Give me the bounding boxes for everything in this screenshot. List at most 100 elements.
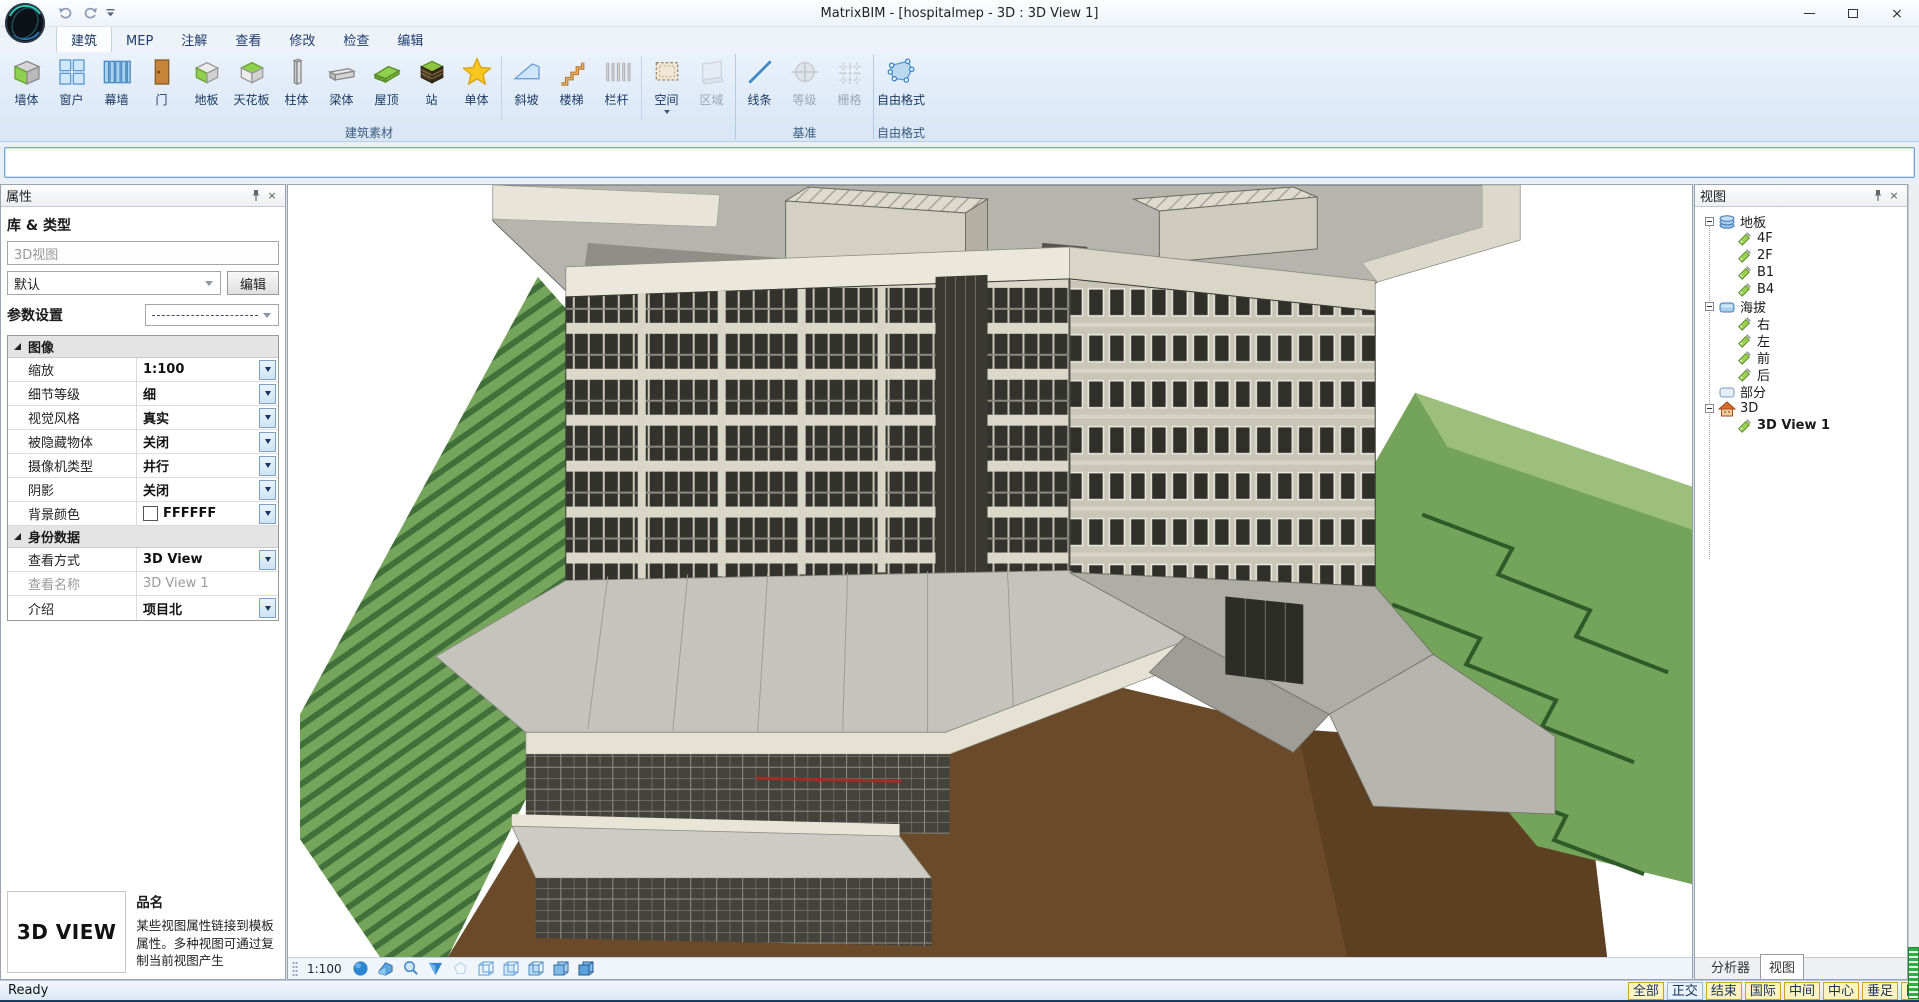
snap-midpoint-button[interactable]: 中间: [1784, 982, 1820, 1000]
snap-all-button[interactable]: 全部: [1628, 982, 1664, 1000]
shaded-box-icon[interactable]: [376, 959, 396, 979]
wire-cube-icon-2[interactable]: [501, 959, 521, 979]
dropdown-button[interactable]: [259, 598, 276, 618]
toolbar-grip-icon[interactable]: [292, 961, 298, 977]
ribbon-tool-curtain-wall[interactable]: 幕墙: [94, 52, 139, 108]
tab-architecture[interactable]: 建筑: [56, 25, 112, 52]
viewport-3d[interactable]: 1:100: [287, 184, 1693, 980]
app-logo-icon[interactable]: [4, 2, 46, 44]
space-dropdown-caret-icon[interactable]: [664, 110, 670, 114]
dropdown-button[interactable]: [259, 456, 276, 476]
tree-leaf-3d-view-1[interactable]: 3D View 1: [1695, 417, 1907, 434]
instance-selector[interactable]: 默认: [7, 271, 221, 295]
tab-annotation[interactable]: 注解: [167, 26, 221, 52]
type-selector[interactable]: 3D视图: [7, 241, 279, 265]
ribbon-tool-freeform[interactable]: 自由格式: [875, 52, 927, 108]
tree-node-sections[interactable]: 部分: [1695, 383, 1907, 400]
snap-endpoint-button[interactable]: 结束: [1706, 982, 1742, 1000]
dropdown-button[interactable]: [259, 432, 276, 452]
property-value[interactable]: 1:100: [143, 362, 184, 377]
tree-leaf-back[interactable]: 后: [1695, 366, 1907, 383]
ribbon-tool-column[interactable]: 柱体: [274, 52, 319, 108]
shaded-cube-icon-2[interactable]: [576, 959, 596, 979]
ribbon-tool-railing[interactable]: 栏杆: [594, 52, 639, 108]
tree-leaf-front[interactable]: 前: [1695, 349, 1907, 366]
ribbon-tool-unit[interactable]: 单体: [454, 52, 499, 108]
ribbon-tool-line[interactable]: 线条: [737, 52, 782, 108]
tab-mep[interactable]: MEP: [112, 30, 167, 52]
tab-check[interactable]: 检查: [329, 26, 383, 52]
dropdown-button[interactable]: [259, 384, 276, 404]
close-panel-icon[interactable]: ×: [264, 188, 280, 204]
tree-expander[interactable]: [1705, 217, 1714, 226]
tree-node-elevations[interactable]: 海拔: [1695, 298, 1907, 315]
dropdown-button[interactable]: [259, 480, 276, 500]
ribbon-tool-site[interactable]: 站: [409, 52, 454, 108]
tree-leaf-right[interactable]: 右: [1695, 315, 1907, 332]
edit-type-button[interactable]: 编辑: [227, 271, 279, 295]
ribbon-tool-stair[interactable]: 楼梯: [549, 52, 594, 108]
view-cone-icon[interactable]: [426, 959, 446, 979]
undo-icon[interactable]: [58, 7, 74, 19]
tree-expander[interactable]: [1705, 404, 1714, 413]
snap-center-button[interactable]: 中心: [1823, 982, 1859, 1000]
maximize-icon[interactable]: [1831, 0, 1875, 27]
scrollbar-green-thumb[interactable]: [1908, 947, 1919, 999]
property-value[interactable]: 井行: [143, 456, 169, 475]
param-settings-selector[interactable]: [145, 304, 279, 326]
wire-cube-icon-3[interactable]: [526, 959, 546, 979]
property-value[interactable]: FFFFFF: [163, 506, 216, 521]
dropdown-button[interactable]: [259, 550, 276, 570]
view-scale-label[interactable]: 1:100: [307, 962, 342, 976]
render-sphere-icon[interactable]: [351, 959, 371, 979]
property-group-identity[interactable]: 身份数据: [8, 526, 278, 548]
ribbon-tool-ramp[interactable]: 斜坡: [504, 52, 549, 108]
snap-ortho-button[interactable]: 正交: [1667, 982, 1703, 1000]
tree-leaf-b4[interactable]: B4: [1695, 281, 1907, 298]
wire-cube-icon-1[interactable]: [476, 959, 496, 979]
property-value[interactable]: 关闭: [143, 480, 169, 499]
ribbon-tool-beam[interactable]: 梁体: [319, 52, 364, 108]
ribbon-tool-space[interactable]: 空间: [644, 52, 689, 114]
ribbon-tool-floor[interactable]: 地板: [184, 52, 229, 108]
property-group-image[interactable]: 图像: [8, 336, 278, 358]
tree-node-3d[interactable]: 3D: [1695, 400, 1907, 417]
tree-leaf-left[interactable]: 左: [1695, 332, 1907, 349]
color-swatch[interactable]: [143, 506, 158, 521]
tree-expander[interactable]: [1705, 302, 1714, 311]
tree-leaf-b1[interactable]: B1: [1695, 264, 1907, 281]
ribbon-tool-door[interactable]: 门: [139, 52, 184, 108]
pin-icon[interactable]: [1870, 188, 1886, 204]
ribbon-tool-roof[interactable]: 屋顶: [364, 52, 409, 108]
right-scrollbar-track[interactable]: [1908, 184, 1919, 980]
snap-intersection-button[interactable]: 国际: [1745, 982, 1781, 1000]
property-value[interactable]: 项目北: [143, 599, 182, 618]
snap-perpendicular-button[interactable]: 垂足: [1862, 982, 1898, 1000]
zoom-glass-icon[interactable]: [401, 959, 421, 979]
tree-leaf-4f[interactable]: 4F: [1695, 230, 1907, 247]
tab-modify[interactable]: 修改: [275, 26, 329, 52]
property-value[interactable]: 真实: [143, 408, 169, 427]
tab-view[interactable]: 查看: [221, 26, 275, 52]
tree-leaf-2f[interactable]: 2F: [1695, 247, 1907, 264]
pin-icon[interactable]: [248, 188, 264, 204]
shaded-cube-icon-1[interactable]: [551, 959, 571, 979]
dropdown-button[interactable]: [259, 504, 276, 524]
ribbon-tool-wall[interactable]: 墙体: [4, 52, 49, 108]
tab-edit[interactable]: 编辑: [383, 26, 437, 52]
property-value[interactable]: 细: [143, 384, 156, 403]
ribbon-tool-window[interactable]: 窗户: [49, 52, 94, 108]
close-icon[interactable]: ×: [1875, 0, 1919, 27]
dropdown-button[interactable]: [259, 408, 276, 428]
dropdown-button[interactable]: [259, 360, 276, 380]
customize-caret-icon[interactable]: [106, 9, 115, 17]
tab-analyzer[interactable]: 分析器: [1703, 955, 1758, 979]
tab-views[interactable]: 视图: [1760, 954, 1804, 979]
close-panel-icon[interactable]: ×: [1886, 188, 1902, 204]
property-value[interactable]: 3D View: [143, 552, 202, 567]
scene-3d[interactable]: [288, 185, 1692, 957]
minimize-icon[interactable]: [1787, 0, 1831, 27]
property-value[interactable]: 关闭: [143, 432, 169, 451]
crystal-icon[interactable]: [451, 959, 471, 979]
ribbon-tool-ceiling[interactable]: 天花板: [229, 52, 274, 108]
